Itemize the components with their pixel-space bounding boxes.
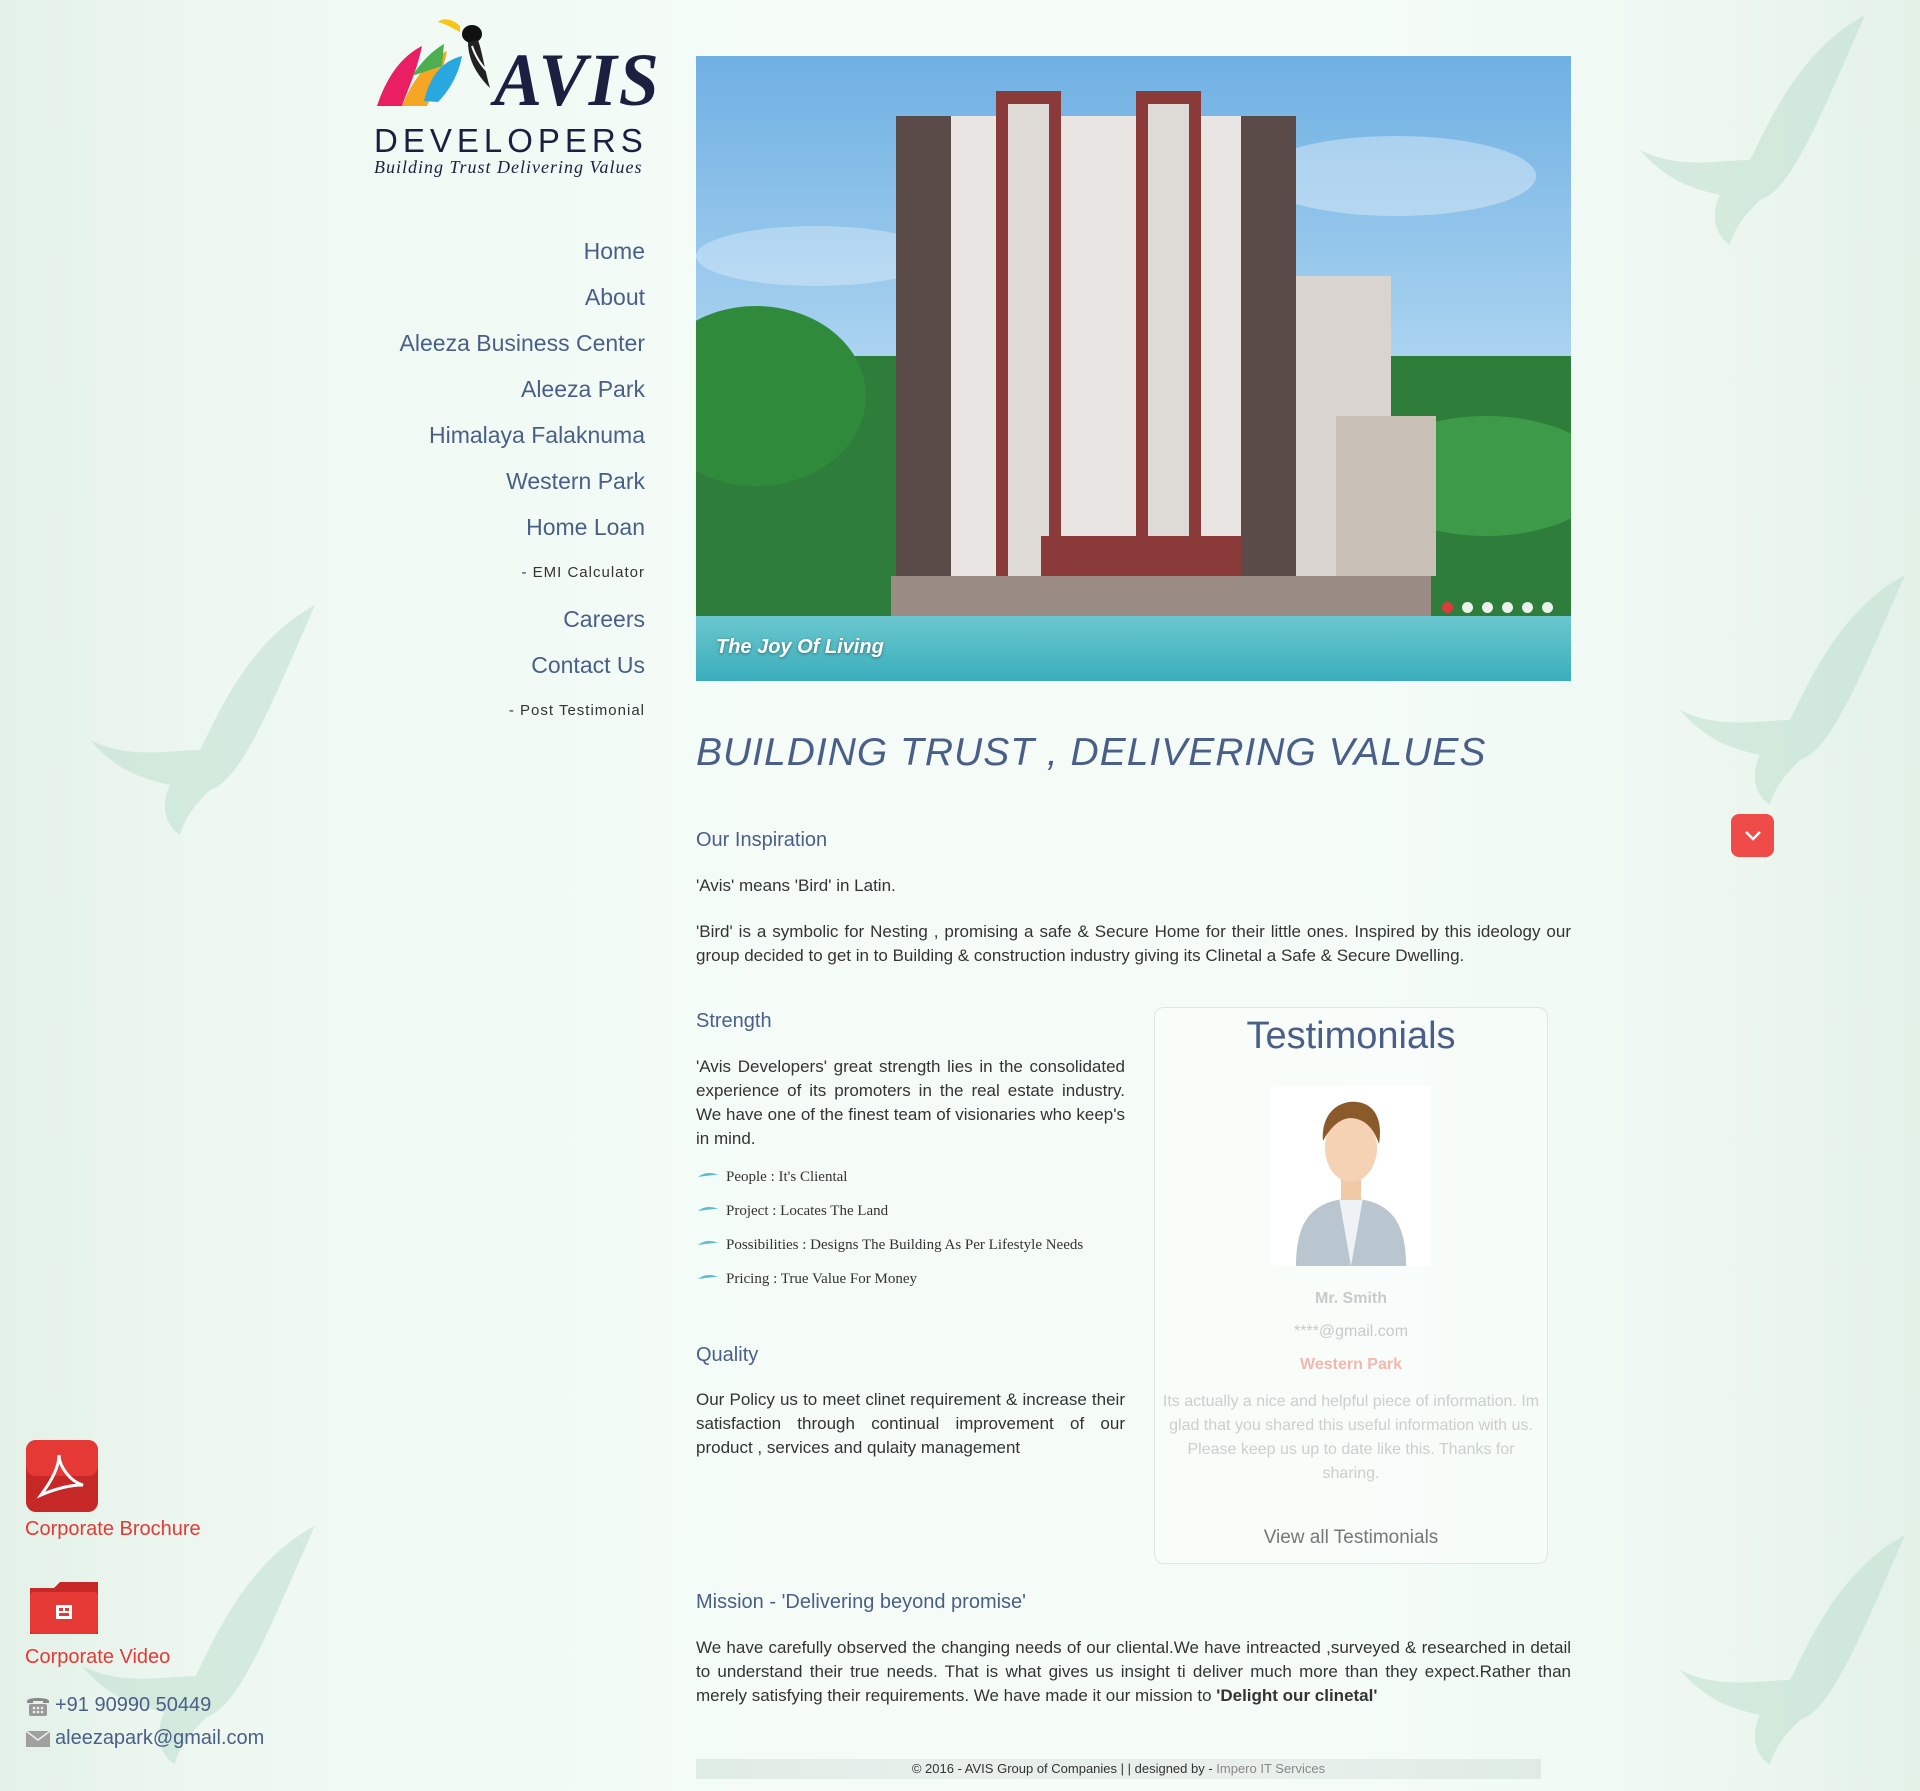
testimonials-title: Testimonials	[1246, 1015, 1456, 1057]
mission-title: Mission - 'Delivering beyond promise'	[696, 1591, 1026, 1613]
phone-contact: +91 90990 50449	[25, 1694, 211, 1717]
main-nav: Home About Aleeza Business Center Aleeza…	[400, 228, 645, 734]
quality-title: Quality	[696, 1344, 759, 1366]
logo-bird-mark-icon	[377, 19, 490, 106]
inspiration-text-2: 'Bird' is a symbolic for Nesting , promi…	[696, 922, 1571, 965]
designer-credit-link[interactable]: Impero IT Services	[1216, 1761, 1325, 1776]
nav-careers[interactable]: Careers	[400, 596, 645, 642]
leaf-bullet-icon	[698, 1206, 718, 1211]
list-item: Pricing : True Value For Money	[696, 1268, 1096, 1290]
strength-point: People : It's Cliental	[726, 1169, 848, 1185]
video-folder-icon	[30, 1582, 98, 1634]
person-avatar-icon	[1296, 1101, 1406, 1266]
bird-decoration-icon	[90, 605, 315, 835]
strength-point: Possibilities : Designs The Building As …	[726, 1237, 1084, 1253]
scroll-down-button[interactable]	[1731, 814, 1774, 857]
testimonial-email: ****@gmail.com	[1293, 1323, 1409, 1340]
pdf-icon	[26, 1440, 98, 1512]
slider-dot[interactable]	[1482, 602, 1493, 613]
brand-logo[interactable]: AVIS DEVELOPERS Building Trust Deliverin…	[372, 6, 659, 176]
inspiration-title: Our Inspiration	[696, 829, 828, 851]
leaf-bullet-icon	[698, 1172, 718, 1177]
slider-dot[interactable]	[1542, 602, 1553, 613]
slide-image	[696, 56, 1571, 681]
slider-dots	[1442, 602, 1553, 613]
mission-body: We have carefully observed the changing …	[696, 1638, 1571, 1705]
logo-tagline: Building Trust Delivering Values	[374, 157, 643, 177]
nav-aleeza-park[interactable]: Aleeza Park	[400, 366, 645, 412]
strength-text: 'Avis Developers' great strength lies in…	[696, 1057, 1125, 1148]
nav-about[interactable]: About	[400, 274, 645, 320]
video-link[interactable]	[28, 1578, 100, 1636]
testimonial-text: Its actually a nice and helpful piece of…	[1162, 1393, 1540, 1482]
bird-decoration-icon	[1680, 575, 1905, 805]
phone-icon	[27, 1697, 49, 1716]
footer: © 2016 - AVIS Group of Companies | | des…	[696, 1759, 1541, 1779]
bird-decoration-icon	[1680, 1535, 1905, 1765]
strength-list: People : It's Cliental Project : Locates…	[696, 1166, 1096, 1302]
page-heading: BUILDING TRUST , DELIVERING VALUES	[696, 731, 1487, 774]
email-address[interactable]: aleezapark@gmail.com	[55, 1727, 264, 1750]
slider-dot[interactable]	[1442, 602, 1453, 613]
corporate-brochure-link[interactable]: Corporate Brochure	[25, 1518, 201, 1541]
view-all-testimonials-link[interactable]: View all Testimonials	[1155, 1527, 1547, 1549]
logo-subtitle: DEVELOPERS	[374, 122, 648, 159]
strength-point: Pricing : True Value For Money	[726, 1271, 917, 1287]
inspiration-text-1: 'Avis' means 'Bird' in Latin.	[696, 876, 896, 895]
nav-home-loan[interactable]: Home Loan	[400, 504, 645, 550]
hero-slider[interactable]: The Joy Of Living	[696, 56, 1571, 681]
testimonial-project: Western Park	[1300, 1356, 1402, 1373]
nav-western-park[interactable]: Western Park	[400, 458, 645, 504]
slider-dot[interactable]	[1502, 602, 1513, 613]
leaf-bullet-icon	[698, 1240, 718, 1245]
list-item: Project : Locates The Land	[696, 1200, 1096, 1222]
nav-home[interactable]: Home	[400, 228, 645, 274]
phone-number[interactable]: +91 90990 50449	[55, 1694, 211, 1717]
brochure-link[interactable]	[25, 1439, 99, 1513]
list-item: Possibilities : Designs The Building As …	[696, 1234, 1096, 1256]
quality-text: Our Policy us to meet clinet requirement…	[696, 1390, 1125, 1457]
email-contact: aleezapark@gmail.com	[25, 1727, 264, 1750]
nav-aleeza-business-center[interactable]: Aleeza Business Center	[400, 320, 645, 366]
logo-wordmark: AVIS	[494, 38, 661, 122]
slider-dot[interactable]	[1462, 602, 1473, 613]
leaf-bullet-icon	[698, 1274, 718, 1279]
strength-point: Project : Locates The Land	[726, 1203, 889, 1219]
chevron-down-icon	[1744, 830, 1761, 841]
testimonial-name: Mr. Smith	[1314, 1290, 1387, 1307]
mail-icon	[25, 1729, 51, 1747]
mission-text: We have carefully observed the changing …	[696, 1636, 1571, 1708]
corporate-video-link[interactable]: Corporate Video	[25, 1646, 170, 1669]
bird-decoration-icon	[1640, 15, 1865, 245]
nav-post-testimonial[interactable]: - Post Testimonial	[400, 688, 645, 734]
slider-dot[interactable]	[1522, 602, 1533, 613]
nav-himalaya-falaknuma[interactable]: Himalaya Falaknuma	[400, 412, 645, 458]
testimonials-box: Testimonials Mr. Smith ****@gmail.com We…	[1154, 1007, 1548, 1564]
mission-emphasis: 'Delight our clinetal'	[1216, 1686, 1378, 1705]
strength-title: Strength	[696, 1010, 772, 1032]
slide-caption: The Joy Of Living	[716, 636, 884, 658]
list-item: People : It's Cliental	[696, 1166, 1096, 1188]
footer-copyright: © 2016 - AVIS Group of Companies | | des…	[911, 1761, 1217, 1776]
nav-contact-us[interactable]: Contact Us	[400, 642, 645, 688]
nav-emi-calculator[interactable]: - EMI Calculator	[400, 550, 645, 596]
testimonial-avatar	[1271, 1086, 1431, 1266]
